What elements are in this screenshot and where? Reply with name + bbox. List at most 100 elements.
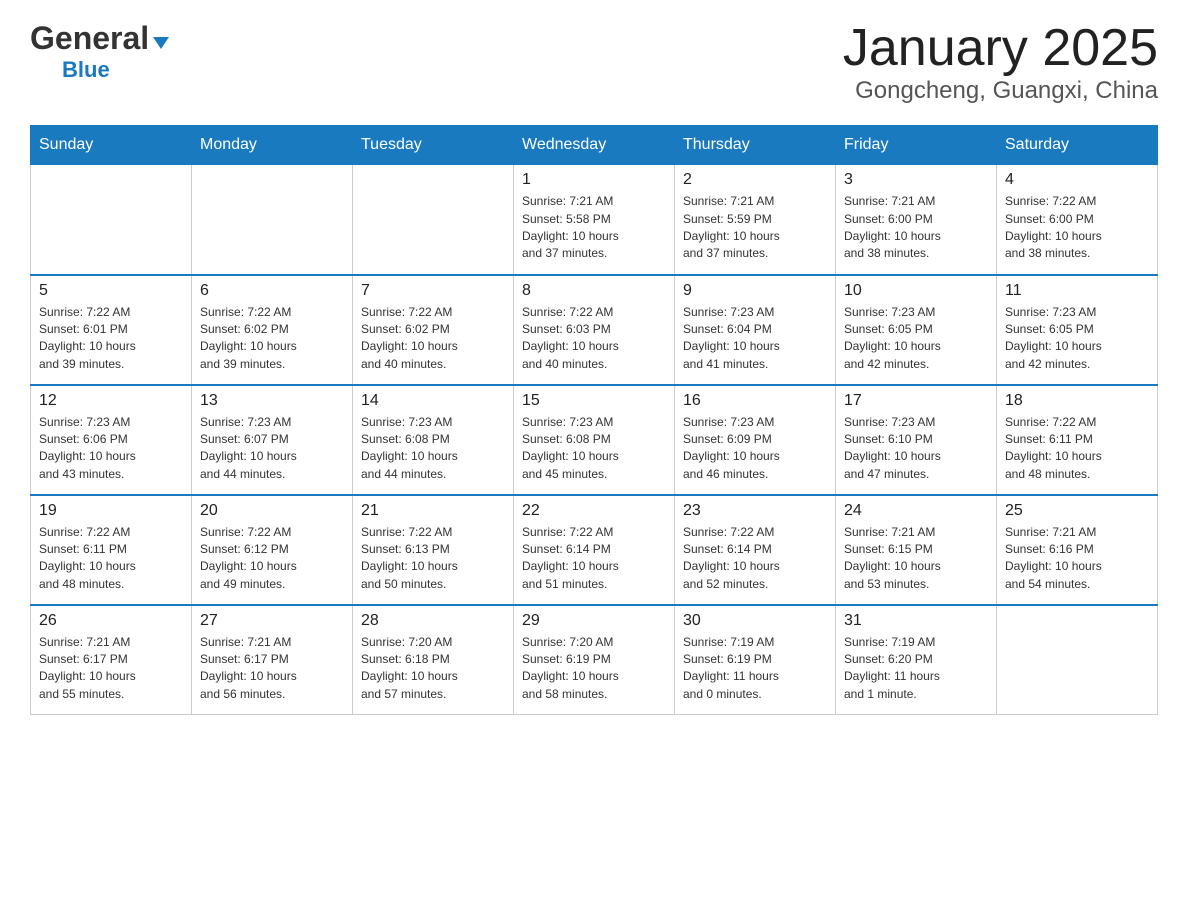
day-info: Sunrise: 7:21 AM Sunset: 6:17 PM Dayligh… (200, 634, 344, 704)
day-info: Sunrise: 7:23 AM Sunset: 6:05 PM Dayligh… (1005, 304, 1149, 374)
day-info: Sunrise: 7:23 AM Sunset: 6:10 PM Dayligh… (844, 414, 988, 484)
weekday-header-row: SundayMondayTuesdayWednesdayThursdayFrid… (31, 126, 1158, 165)
day-number: 15 (522, 392, 666, 410)
logo-general-word: General (30, 20, 149, 56)
logo: General Blue (30, 20, 169, 83)
day-info: Sunrise: 7:23 AM Sunset: 6:08 PM Dayligh… (361, 414, 505, 484)
day-number: 26 (39, 612, 183, 630)
day-number: 5 (39, 282, 183, 300)
day-number: 13 (200, 392, 344, 410)
day-info: Sunrise: 7:21 AM Sunset: 5:59 PM Dayligh… (683, 193, 827, 263)
calendar-cell: 19 Sunrise: 7:22 AM Sunset: 6:11 PM Dayli… (31, 495, 192, 605)
weekday-header-thursday: Thursday (675, 126, 836, 165)
logo-blue-text: Blue (30, 57, 110, 83)
title-area: January 2025 Gongcheng, Guangxi, China (843, 20, 1158, 105)
day-number: 23 (683, 502, 827, 520)
calendar-cell: 20Sunrise: 7:22 AM Sunset: 6:12 PM Dayli… (192, 495, 353, 605)
day-number: 10 (844, 282, 988, 300)
logo-blue-word: Blue (62, 57, 110, 82)
day-info: Sunrise: 7:23 AM Sunset: 6:07 PM Dayligh… (200, 414, 344, 484)
calendar-cell: 6 Sunrise: 7:22 AM Sunset: 6:02 PM Daylig… (192, 275, 353, 385)
calendar-cell: 18 Sunrise: 7:22 AM Sunset: 6:11 PM Dayli… (997, 385, 1158, 495)
calendar-cell: 21 Sunrise: 7:22 AM Sunset: 6:13 PM Dayli… (353, 495, 514, 605)
day-number: 27 (200, 612, 344, 630)
day-info: Sunrise: 7:22 AM Sunset: 6:03 PM Dayligh… (522, 304, 666, 374)
day-info: Sunrise: 7:21 AM Sunset: 6:16 PM Dayligh… (1005, 524, 1149, 594)
calendar-header: SundayMondayTuesdayWednesdayThursdayFrid… (31, 126, 1158, 165)
calendar-cell: 1Sunrise: 7:21 AM Sunset: 5:58 PM Daylig… (514, 165, 675, 275)
day-info: Sunrise: 7:23 AM Sunset: 6:09 PM Dayligh… (683, 414, 827, 484)
calendar-cell: 14 Sunrise: 7:23 AM Sunset: 6:08 PM Dayli… (353, 385, 514, 495)
calendar-cell: 26 Sunrise: 7:21 AM Sunset: 6:17 PM Dayli… (31, 605, 192, 715)
day-info: Sunrise: 7:21 AM Sunset: 6:15 PM Dayligh… (844, 524, 988, 594)
day-info: Sunrise: 7:22 AM Sunset: 6:11 PM Dayligh… (39, 524, 183, 594)
calendar-cell: 29 Sunrise: 7:20 AM Sunset: 6:19 PM Dayli… (514, 605, 675, 715)
day-number: 6 (200, 282, 344, 300)
day-number: 22 (522, 502, 666, 520)
day-number: 29 (522, 612, 666, 630)
day-number: 30 (683, 612, 827, 630)
calendar-week-row: 26 Sunrise: 7:21 AM Sunset: 6:17 PM Dayli… (31, 605, 1158, 715)
day-info: Sunrise: 7:21 AM Sunset: 6:17 PM Dayligh… (39, 634, 183, 704)
day-number: 17 (844, 392, 988, 410)
day-number: 18 (1005, 392, 1149, 410)
calendar-table: SundayMondayTuesdayWednesdayThursdayFrid… (30, 125, 1158, 715)
calendar-cell: 25 Sunrise: 7:21 AM Sunset: 6:16 PM Dayli… (997, 495, 1158, 605)
calendar-cell: 7Sunrise: 7:22 AM Sunset: 6:02 PM Daylig… (353, 275, 514, 385)
day-info: Sunrise: 7:23 AM Sunset: 6:04 PM Dayligh… (683, 304, 827, 374)
calendar-cell: 17 Sunrise: 7:23 AM Sunset: 6:10 PM Dayli… (836, 385, 997, 495)
day-info: Sunrise: 7:23 AM Sunset: 6:06 PM Dayligh… (39, 414, 183, 484)
day-number: 7 (361, 282, 505, 300)
logo-triangle-icon (153, 37, 169, 49)
calendar-cell (31, 165, 192, 275)
weekday-header-friday: Friday (836, 126, 997, 165)
day-info: Sunrise: 7:21 AM Sunset: 6:00 PM Dayligh… (844, 193, 988, 263)
day-info: Sunrise: 7:22 AM Sunset: 6:13 PM Dayligh… (361, 524, 505, 594)
day-info: Sunrise: 7:20 AM Sunset: 6:18 PM Dayligh… (361, 634, 505, 704)
calendar-cell: 5 Sunrise: 7:22 AM Sunset: 6:01 PM Daylig… (31, 275, 192, 385)
calendar-cell: 15 Sunrise: 7:23 AM Sunset: 6:08 PM Dayli… (514, 385, 675, 495)
day-info: Sunrise: 7:22 AM Sunset: 6:14 PM Dayligh… (522, 524, 666, 594)
calendar-cell: 2Sunrise: 7:21 AM Sunset: 5:59 PM Daylig… (675, 165, 836, 275)
calendar-week-row: 5 Sunrise: 7:22 AM Sunset: 6:01 PM Daylig… (31, 275, 1158, 385)
calendar-cell: 27 Sunrise: 7:21 AM Sunset: 6:17 PM Dayli… (192, 605, 353, 715)
location-title: Gongcheng, Guangxi, China (843, 77, 1158, 105)
weekday-header-saturday: Saturday (997, 126, 1158, 165)
day-number: 28 (361, 612, 505, 630)
day-number: 21 (361, 502, 505, 520)
calendar-cell (353, 165, 514, 275)
calendar-cell: 12Sunrise: 7:23 AM Sunset: 6:06 PM Dayli… (31, 385, 192, 495)
day-info: Sunrise: 7:22 AM Sunset: 6:01 PM Dayligh… (39, 304, 183, 374)
calendar-cell: 13 Sunrise: 7:23 AM Sunset: 6:07 PM Dayli… (192, 385, 353, 495)
day-number: 25 (1005, 502, 1149, 520)
calendar-cell: 30Sunrise: 7:19 AM Sunset: 6:19 PM Dayli… (675, 605, 836, 715)
day-info: Sunrise: 7:22 AM Sunset: 6:14 PM Dayligh… (683, 524, 827, 594)
day-info: Sunrise: 7:22 AM Sunset: 6:12 PM Dayligh… (200, 524, 344, 594)
calendar-cell: 11 Sunrise: 7:23 AM Sunset: 6:05 PM Dayli… (997, 275, 1158, 385)
weekday-header-monday: Monday (192, 126, 353, 165)
calendar-cell: 24Sunrise: 7:21 AM Sunset: 6:15 PM Dayli… (836, 495, 997, 605)
day-info: Sunrise: 7:22 AM Sunset: 6:11 PM Dayligh… (1005, 414, 1149, 484)
day-number: 14 (361, 392, 505, 410)
day-info: Sunrise: 7:22 AM Sunset: 6:02 PM Dayligh… (200, 304, 344, 374)
month-title: January 2025 (843, 20, 1158, 77)
day-number: 1 (522, 171, 666, 189)
day-info: Sunrise: 7:22 AM Sunset: 6:00 PM Dayligh… (1005, 193, 1149, 263)
day-number: 9 (683, 282, 827, 300)
calendar-cell: 23 Sunrise: 7:22 AM Sunset: 6:14 PM Dayli… (675, 495, 836, 605)
day-info: Sunrise: 7:20 AM Sunset: 6:19 PM Dayligh… (522, 634, 666, 704)
calendar-week-row: 12Sunrise: 7:23 AM Sunset: 6:06 PM Dayli… (31, 385, 1158, 495)
day-info: Sunrise: 7:23 AM Sunset: 6:05 PM Dayligh… (844, 304, 988, 374)
calendar-cell: 3Sunrise: 7:21 AM Sunset: 6:00 PM Daylig… (836, 165, 997, 275)
calendar-cell: 4Sunrise: 7:22 AM Sunset: 6:00 PM Daylig… (997, 165, 1158, 275)
calendar-cell: 28 Sunrise: 7:20 AM Sunset: 6:18 PM Dayli… (353, 605, 514, 715)
weekday-header-sunday: Sunday (31, 126, 192, 165)
day-info: Sunrise: 7:23 AM Sunset: 6:08 PM Dayligh… (522, 414, 666, 484)
day-number: 19 (39, 502, 183, 520)
calendar-cell (997, 605, 1158, 715)
weekday-header-tuesday: Tuesday (353, 126, 514, 165)
page-header: General Blue January 2025 Gongcheng, Gua… (30, 20, 1158, 105)
day-info: Sunrise: 7:19 AM Sunset: 6:20 PM Dayligh… (844, 634, 988, 704)
day-number: 11 (1005, 282, 1149, 300)
calendar-week-row: 1Sunrise: 7:21 AM Sunset: 5:58 PM Daylig… (31, 165, 1158, 275)
